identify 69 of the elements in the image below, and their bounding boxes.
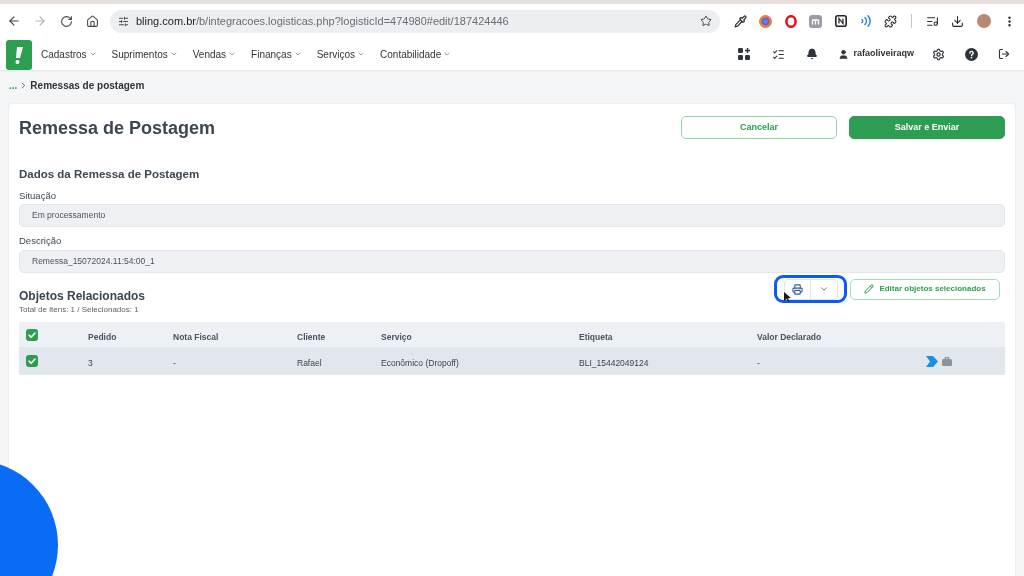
table-cell: Rafael (297, 358, 322, 368)
chevron-down-icon (88, 50, 97, 58)
logout-icon[interactable] (998, 48, 1010, 60)
pencil-icon (864, 284, 875, 294)
avatar-icon[interactable] (976, 14, 991, 28)
table-cell: Econômico (Dropoff) (381, 358, 459, 368)
ring-icon[interactable] (784, 14, 797, 28)
eyedropper-icon[interactable] (734, 14, 747, 28)
home-icon[interactable] (85, 14, 99, 28)
printer-icon (791, 283, 803, 295)
puzzle-icon[interactable] (884, 14, 897, 28)
user-menu[interactable]: rafaoliveiraqw (838, 47, 914, 61)
chevron-down-icon (443, 50, 452, 58)
items-summary: Total de itens: 1 / Selecionados: 1 (19, 305, 140, 315)
square-icon[interactable] (834, 15, 847, 27)
checkbox[interactable] (26, 355, 38, 367)
table-row[interactable]: 3 - Rafael Econômico (Dropoff) BLI_15442049124 - (19, 347, 1005, 375)
edit-button[interactable]: Editar objetos selecionados (850, 278, 1000, 300)
cursor-icon (784, 292, 791, 302)
checkbox[interactable] (26, 328, 38, 341)
user-icon (838, 48, 850, 60)
menu-item[interactable]: Suprimentos (111, 46, 178, 62)
chevron-down-icon (228, 50, 237, 58)
input-field[interactable]: Em processamento (19, 204, 1005, 227)
arrow-icon[interactable] (926, 355, 938, 367)
table-cell: BLI_15442049124 (579, 358, 649, 368)
chevron-down-icon (357, 50, 366, 58)
column-header: Etiqueta (579, 331, 613, 342)
chevron-down-icon (818, 284, 829, 294)
page-title: Remessa de Postagem (19, 117, 216, 138)
table-cell: - (757, 358, 760, 368)
tile-icon[interactable] (809, 14, 822, 28)
menu-item[interactable]: Cadastros (41, 46, 97, 62)
breadcrumb-current: Remessas de postagem (30, 79, 145, 93)
column-header: Nota Fiscal (173, 331, 219, 342)
waves-icon[interactable] (859, 15, 872, 27)
input-field[interactable]: Remessa_15072024.11:54:00_1 (19, 250, 1005, 273)
column-header: Valor Declarado (757, 331, 822, 342)
menu-item[interactable]: Contabilidade (380, 46, 452, 62)
bell-icon[interactable] (806, 48, 819, 60)
site-settings-icon[interactable] (118, 15, 129, 27)
circle-icon[interactable] (759, 14, 772, 28)
table-cell: 3 (88, 358, 93, 368)
column-header: Pedido (88, 331, 117, 342)
cancel-button[interactable]: Cancelar (681, 116, 837, 139)
field-label: Descrição (19, 235, 62, 247)
playlist-icon[interactable] (926, 14, 939, 28)
address-bar[interactable]: bling.com.br/b/integracoes.logisticas.php?logisticId=474980#edit/187424446 (110, 9, 720, 33)
column-header: Cliente (297, 331, 326, 342)
logo-icon[interactable] (6, 40, 32, 70)
menu-item[interactable]: Serviços (316, 46, 366, 62)
settings-icon[interactable] (932, 47, 945, 61)
url-text: bling.com.br/b/integracoes.logisticas.php?logisticId=474980#edit/187424446 (136, 14, 509, 28)
reload-icon[interactable] (59, 14, 73, 28)
column-header: Serviço (381, 331, 412, 342)
back-icon[interactable] (7, 14, 21, 28)
field-label: Situação (19, 190, 56, 202)
menu-item[interactable]: Vendas (192, 46, 237, 62)
section-title: Dados da Remessa de Postagem (19, 167, 201, 181)
section-title: Objetos Relacionados (19, 289, 146, 303)
download-icon[interactable] (951, 14, 964, 28)
help-icon[interactable] (965, 47, 978, 61)
table-cell: - (173, 358, 176, 368)
chevron-down-icon (169, 50, 178, 58)
apps-icon[interactable] (738, 48, 751, 60)
menu-item[interactable]: Finanças (251, 46, 302, 62)
star-icon[interactable] (700, 15, 712, 27)
chevron-down-icon (293, 50, 302, 58)
checklist-icon[interactable] (772, 47, 786, 61)
